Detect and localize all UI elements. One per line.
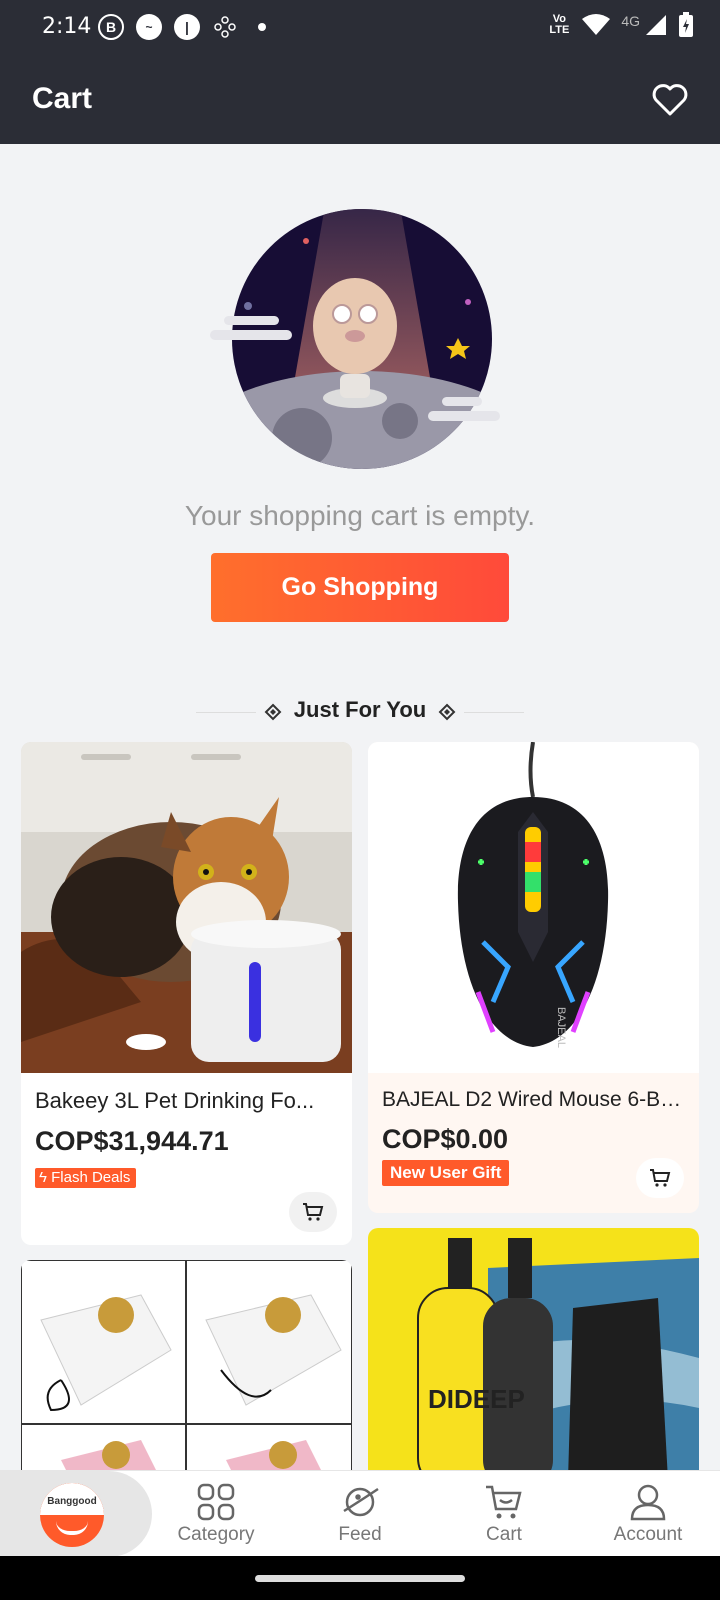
app-header: Cart [0, 56, 720, 144]
product-card[interactable]: BAJEAL BAJEAL D2 Wired Mouse 6-Bu... COP… [368, 742, 699, 1213]
new-user-gift-badge: New User Gift [382, 1160, 510, 1186]
add-to-cart-button[interactable] [289, 1192, 337, 1232]
person-icon [630, 1484, 666, 1521]
nav-label: Cart [486, 1524, 522, 1545]
system-gesture-bar [0, 1556, 720, 1600]
battery-icon [679, 12, 693, 37]
flash-deals-badge: ϟ Flash Deals [35, 1168, 137, 1188]
heart-icon[interactable] [650, 80, 690, 120]
divider [464, 712, 524, 713]
nav-item-feed[interactable]: Feed [300, 1471, 420, 1557]
b-icon: B [98, 14, 124, 40]
go-shopping-button[interactable]: Go Shopping [211, 553, 509, 622]
cart-icon [650, 1169, 671, 1187]
product-image[interactable]: BAJEAL [368, 742, 699, 1073]
status-bar: 2:14 B ~ | Vo LTE 4G [0, 0, 720, 56]
add-to-cart-button[interactable] [636, 1158, 684, 1198]
diamond-icon [438, 703, 456, 721]
app-icon: | [174, 14, 200, 40]
just-for-you-header: Just For You [0, 695, 720, 729]
empty-cart-message: Your shopping cart is empty. [184, 500, 536, 531]
empty-cart-illustration [210, 209, 500, 469]
settings-dots-icon [214, 16, 236, 38]
network-type: 4G [621, 13, 640, 29]
image-brand-text: DIDEEP [428, 1384, 525, 1414]
messenger-icon: ~ [136, 14, 162, 40]
grid-icon [197, 1483, 235, 1521]
volte-icon: Vo LTE [549, 13, 570, 36]
nav-item-cart[interactable]: Cart [444, 1471, 564, 1557]
wifi-icon [582, 14, 611, 35]
bottom-navigation: Banggood Category Feed Cart Account [0, 1470, 720, 1557]
system-icons: Vo LTE 4G [547, 12, 694, 38]
planet-icon [343, 1487, 379, 1517]
nav-home[interactable]: Banggood [0, 1471, 152, 1557]
product-title[interactable]: BAJEAL D2 Wired Mouse 6-Bu... [382, 1088, 688, 1112]
product-price: COP$31,944.71 [35, 1126, 229, 1156]
signal-icon [646, 15, 666, 35]
notification-icons: B ~ | [98, 14, 266, 40]
dot-icon [258, 23, 266, 31]
product-image[interactable]: DIDEEP [368, 1228, 699, 1480]
home-gesture-handle[interactable] [255, 1575, 465, 1582]
nav-label: Feed [338, 1524, 382, 1545]
logo-text: Banggood [47, 1496, 97, 1507]
cart-icon [486, 1485, 522, 1519]
product-card[interactable]: DIDEEP [368, 1228, 699, 1480]
page-title: Cart [32, 82, 93, 115]
product-image[interactable] [21, 742, 352, 1073]
product-title[interactable]: Bakeey 3L Pet Drinking Fo... [35, 1088, 335, 1114]
cart-icon [303, 1203, 324, 1221]
banggood-logo-icon[interactable]: Banggood [40, 1483, 104, 1547]
status-time: 2:14 [42, 14, 92, 39]
section-title: Just For You [293, 697, 427, 722]
nav-item-account[interactable]: Account [588, 1471, 708, 1557]
image-brand-text: BAJEAL [555, 1007, 567, 1048]
product-price: COP$0.00 [382, 1124, 509, 1154]
product-image[interactable] [21, 1260, 352, 1480]
lightning-icon: ϟ [39, 1169, 47, 1186]
badge-label: Flash Deals [51, 1169, 131, 1186]
product-card[interactable]: Bakeey 3L Pet Drinking Fo... COP$31,944.… [21, 742, 352, 1245]
nav-item-category[interactable]: Category [156, 1471, 276, 1557]
product-card[interactable] [21, 1260, 352, 1480]
nav-label: Account [613, 1524, 683, 1545]
nav-label: Category [177, 1524, 255, 1545]
